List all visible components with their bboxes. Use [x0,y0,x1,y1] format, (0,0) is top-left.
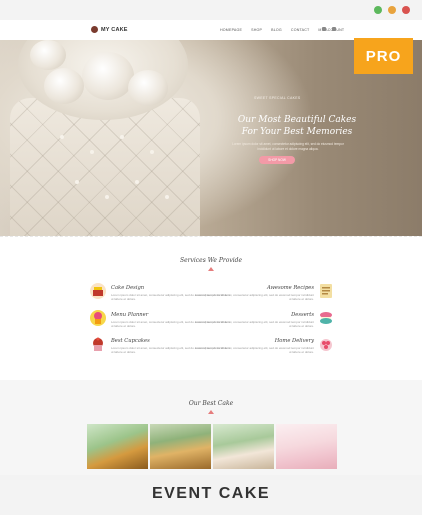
service-item: Home Delivery Lorem ipsum dolor sit amet… [194,338,314,355]
cake-photo-cupcakes[interactable] [213,424,274,469]
pearl-decoration [165,195,169,199]
pearl-decoration [150,150,154,154]
service-description: Lorem ipsum dolor sit amet, consectetur … [195,293,314,302]
pearl-decoration [105,195,109,199]
delivery-cake-icon [320,339,332,351]
service-description: Lorem ipsum dolor sit amet, consectetur … [195,346,314,355]
search-icon[interactable] [332,27,336,31]
site-logo[interactable]: MY CAKE [91,26,128,33]
rose-decoration [128,70,168,106]
service-title: Home Delivery [274,338,314,344]
header-icons [322,27,336,31]
rose-decoration [82,52,134,100]
service-item: Awesome Recipes Lorem ipsum dolor sit am… [194,285,314,302]
service-title: Awesome Recipes [266,285,314,291]
cupcake-icon [93,337,103,351]
service-item: Desserts Lorem ipsum dolor sit amet, con… [194,312,314,329]
hero-title-line: Our Most Beautiful Cakes [237,115,357,125]
best-cake-title: Our Best Cake [188,400,234,407]
cake-photo-pink-stand[interactable] [276,424,337,469]
pearl-decoration [135,180,139,184]
heart-divider-icon [208,267,214,271]
heart-divider-icon [208,410,214,414]
pearl-decoration [90,150,94,154]
theme-name: EVENT CAKE [151,485,271,502]
best-cake-section: Our Best Cake [0,380,422,475]
nav-item-blog[interactable]: BLOG [271,28,282,32]
service-description: Lorem ipsum dolor sit amet, consectetur … [195,320,314,329]
hero-title-line: For Your Best Memories [241,127,353,137]
hero-description: Lorem ipsum dolor sit amet, consectetur … [232,142,344,151]
cake-logo-icon [91,26,98,33]
cake-photo-tower[interactable] [87,424,148,469]
window-controls [374,6,410,14]
macaron-icon [320,312,332,324]
hero-title: Our Most Beautiful Cakes For Your Best M… [222,114,372,138]
nav-item-contact[interactable]: CONTACT [291,28,310,32]
recipe-book-icon [320,284,332,298]
shop-now-button[interactable]: SHOP NOW [259,156,295,164]
cake-icon [90,283,106,299]
services-section: Services We Provide Cake Design Lorem ip… [0,236,422,381]
green-dot-icon[interactable] [374,6,382,14]
logo-text: MY CAKE [101,26,128,33]
rose-decoration [30,40,66,70]
pearl-decoration [75,180,79,184]
nav-item-shop[interactable]: SHOP [251,28,262,32]
services-title: Services We Provide [179,257,243,264]
pearl-decoration [60,135,64,139]
theme-preview-card: MY CAKE HOMEPAGE SHOP BLOG CONTACT MY AC… [0,0,422,515]
rose-decoration [44,68,84,104]
cupcake-icon [90,310,106,326]
cake-photo-croquembouche[interactable] [150,424,211,469]
hero-subtitle: SWEET SPECIAL CAKES [254,96,301,100]
nav-item-homepage[interactable]: HOMEPAGE [220,28,242,32]
yellow-dot-icon[interactable] [388,6,396,14]
red-dot-icon[interactable] [402,6,410,14]
pro-badge: PRO [354,38,413,74]
pearl-decoration [120,135,124,139]
cart-icon[interactable] [322,27,326,31]
service-title: Desserts [291,312,314,318]
